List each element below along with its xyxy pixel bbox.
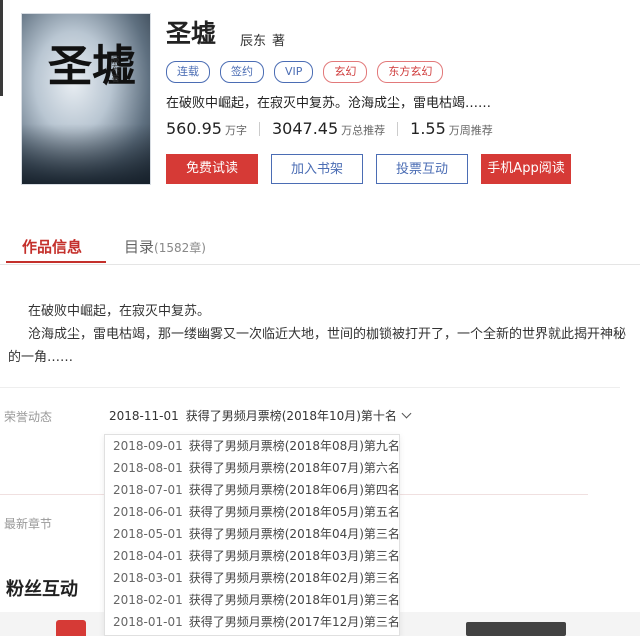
stat-weekly-recommend-unit: 万周推荐	[448, 124, 493, 137]
stat-total-recommend-value: 3047.45	[271, 119, 339, 138]
honor-date: 2018-02-01	[113, 593, 183, 607]
description-line: 沧海成尘，雷电枯竭，那一缕幽雾又一次临近大地，世间的枷锁被打开了，一个全新的世界…	[8, 327, 627, 365]
honor-text: 获得了男频月票榜(2018年05月)第五名	[188, 505, 400, 519]
honor-current-text: 获得了男频月票榜(2018年10月)第十名	[185, 409, 397, 423]
cover-title-calligraphy: 圣墟	[48, 41, 136, 92]
honor-list-item[interactable]: 2018-02-01 获得了男频月票榜(2018年01月)第三名	[105, 589, 399, 611]
honors-dropdown: 2018-09-01 获得了男频月票榜(2018年08月)第九名 2018-08-…	[104, 434, 400, 636]
tab-book-info[interactable]: 作品信息	[22, 236, 82, 257]
stat-word-count-value: 560.95	[166, 119, 222, 138]
honor-list-item[interactable]: 2018-03-01 获得了男频月票榜(2018年02月)第三名	[105, 567, 399, 589]
honor-list-item[interactable]: 2018-06-01 获得了男频月票榜(2018年05月)第五名	[105, 501, 399, 523]
stat-separator	[397, 121, 399, 136]
tab-catalog-count: (1582章)	[154, 241, 206, 255]
honors-label: 荣誉动态	[4, 410, 53, 424]
book-stats: 560.95 万字 3047.45 万总推荐 1.55 万周推荐	[166, 119, 493, 138]
author-suffix: 著	[272, 34, 286, 49]
description-line: 在破败中崛起，在寂灭中复苏。	[28, 304, 211, 319]
tag-list: 连载 签约 VIP 玄幻 东方玄幻	[166, 61, 444, 83]
stat-total-recommend-unit: 万总推荐	[341, 124, 386, 137]
latest-chapter-label: 最新章节	[4, 517, 53, 531]
honor-date: 2018-01-01	[113, 615, 183, 629]
honor-date: 2018-09-01	[113, 439, 183, 453]
honor-list-item[interactable]: 2018-04-01 获得了男频月票榜(2018年03月)第三名	[105, 545, 399, 567]
honor-list-item[interactable]: 2018-07-01 获得了男频月票榜(2018年06月)第四名	[105, 479, 399, 501]
honor-text: 获得了男频月票榜(2018年08月)第九名	[188, 439, 400, 453]
honor-current-date: 2018-11-01	[109, 408, 179, 423]
honor-text: 获得了男频月票榜(2018年07月)第六名	[188, 461, 400, 475]
add-to-shelf-button[interactable]: 加入书架	[271, 154, 363, 184]
cover-mist	[22, 124, 150, 184]
honor-date: 2018-05-01	[113, 527, 183, 541]
fans-heading-marker	[466, 622, 566, 636]
honor-list-item[interactable]: 2018-05-01 获得了男频月票榜(2018年04月)第三名	[105, 523, 399, 545]
honor-date: 2018-06-01	[113, 505, 183, 519]
stat-separator	[258, 121, 260, 136]
section-divider	[0, 387, 620, 388]
vote-button[interactable]: 投票互动	[376, 154, 468, 184]
book-author: 辰东著	[240, 30, 285, 49]
honor-list-item[interactable]: 2018-08-01 获得了男频月票榜(2018年07月)第六名	[105, 457, 399, 479]
tab-bar: 作品信息 目录(1582章)	[0, 228, 640, 265]
honor-text: 获得了男频月票榜(2018年02月)第三名	[188, 571, 400, 585]
stat-word-count-unit: 万字	[224, 124, 247, 137]
fans-section-title: 粉丝互动	[6, 579, 78, 600]
author-name[interactable]: 辰东	[240, 34, 266, 49]
honor-text: 获得了男频月票榜(2018年04月)第三名	[188, 527, 400, 541]
tag-serializing[interactable]: 连载	[166, 61, 210, 83]
stat-weekly-recommend: 1.55 万周推荐	[410, 119, 493, 138]
stat-total-recommend: 3047.45 万总推荐	[272, 119, 385, 138]
fans-tab-marker	[56, 620, 86, 636]
tag-subgenre[interactable]: 东方玄幻	[377, 61, 444, 83]
chevron-down-icon	[401, 408, 412, 419]
tag-vip[interactable]: VIP	[274, 61, 314, 83]
honor-list-item[interactable]: 2018-01-01 获得了男频月票榜(2017年12月)第三名	[105, 611, 399, 633]
honor-text: 获得了男频月票榜(2018年03月)第三名	[188, 549, 400, 563]
honor-date: 2018-08-01	[113, 461, 183, 475]
tab-catalog-label: 目录	[124, 238, 155, 256]
free-read-button[interactable]: 免费试读	[166, 154, 258, 184]
book-cover[interactable]: 圣墟 辰东·著	[22, 14, 150, 184]
left-edge-bar	[0, 0, 3, 96]
tag-signed[interactable]: 签约	[220, 61, 264, 83]
tab-catalog[interactable]: 目录(1582章)	[124, 236, 206, 257]
stat-word-count: 560.95 万字	[166, 119, 247, 138]
honor-text: 获得了男频月票榜(2017年12月)第三名	[188, 615, 400, 629]
book-title: 圣墟	[166, 19, 217, 48]
book-description: 在破败中崛起，在寂灭中复苏。 沧海成尘，雷电枯竭，那一缕幽雾又一次临近大地，世间…	[8, 300, 628, 369]
active-tab-indicator	[6, 261, 106, 263]
honor-text: 获得了男频月票榜(2018年06月)第四名	[188, 483, 400, 497]
app-read-button[interactable]: 手机App阅读	[481, 154, 571, 184]
honor-date: 2018-03-01	[113, 571, 183, 585]
cover-author-mark: 辰东·著	[111, 56, 120, 83]
book-intro: 在破败中崛起，在寂灭中复苏。沧海成尘，雷电枯竭……	[166, 96, 492, 111]
tag-genre[interactable]: 玄幻	[323, 61, 368, 83]
honor-date: 2018-04-01	[113, 549, 183, 563]
honor-date: 2018-07-01	[113, 483, 183, 497]
honor-text: 获得了男频月票榜(2018年01月)第三名	[188, 593, 400, 607]
honors-dropdown-toggle[interactable]: 2018-11-01 获得了男频月票榜(2018年10月)第十名	[109, 407, 412, 424]
stat-weekly-recommend-value: 1.55	[410, 119, 446, 138]
honor-list-item[interactable]: 2018-09-01 获得了男频月票榜(2018年08月)第九名	[105, 435, 399, 457]
